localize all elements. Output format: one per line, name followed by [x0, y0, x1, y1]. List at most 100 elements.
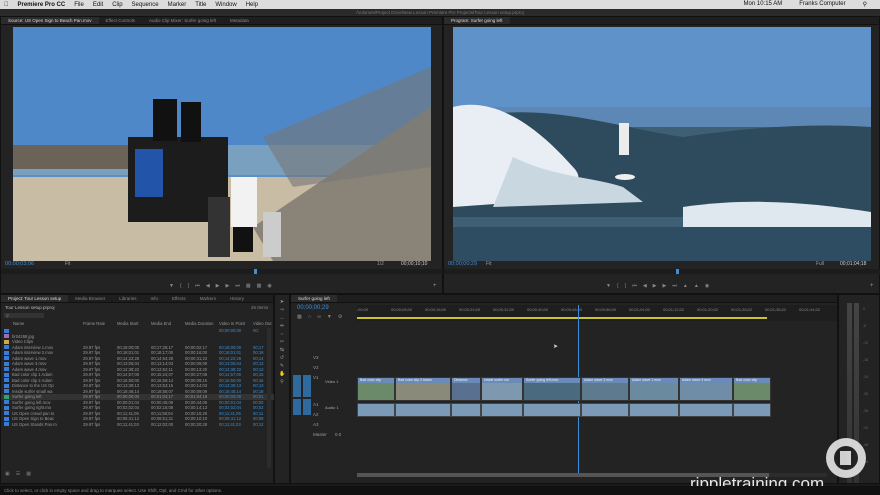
- program-timecode[interactable]: 00;00;00;29: [448, 261, 477, 267]
- rate-stretch-icon[interactable]: ⇔: [279, 331, 285, 337]
- tab-project[interactable]: Project: Tour Lesson setup: [1, 295, 69, 302]
- project-scrollbar[interactable]: [267, 328, 271, 468]
- search-icon[interactable]: ⚲: [863, 1, 867, 8]
- add-marker-icon[interactable]: ▼: [606, 283, 611, 289]
- source-time-ruler[interactable]: [1, 269, 444, 274]
- lift-icon[interactable]: ▲: [683, 283, 688, 289]
- menu-file[interactable]: File: [74, 2, 84, 8]
- apple-icon[interactable]: : [4, 2, 9, 8]
- go-to-out-icon[interactable]: ⏭: [235, 283, 240, 289]
- col-media-end[interactable]: Media End: [151, 321, 185, 327]
- tab-libraries[interactable]: Libraries: [112, 295, 143, 302]
- master-volume[interactable]: 0.0: [335, 432, 341, 437]
- track-target-v1[interactable]: [303, 375, 311, 397]
- menu-marker[interactable]: Marker: [168, 2, 187, 8]
- label-color-swatch[interactable]: [4, 367, 9, 372]
- audio-clip[interactable]: [733, 403, 771, 417]
- source-timecode[interactable]: 00;00;03;06: [5, 261, 34, 267]
- tab-source[interactable]: Source: US Open Sign to Beach Pan.mov: [1, 17, 99, 24]
- settings-wrench-icon[interactable]: ⚙: [338, 314, 342, 320]
- source-playhead[interactable]: [254, 269, 257, 274]
- label-color-swatch[interactable]: [4, 389, 9, 394]
- mark-out-icon[interactable]: }: [625, 283, 627, 289]
- video-clip[interactable]: Surfer going left.mov: [523, 377, 581, 401]
- video-clip[interactable]: Adam wave 4 mov: [679, 377, 733, 401]
- track-header-a2[interactable]: A2: [313, 412, 319, 417]
- play-icon[interactable]: ▶: [653, 283, 657, 289]
- tab-sequence[interactable]: Surfer going left: [291, 295, 337, 302]
- track-header-a1[interactable]: A1: [313, 402, 319, 407]
- audio-clip[interactable]: [581, 403, 629, 417]
- label-color-swatch[interactable]: [4, 411, 9, 416]
- tab-program[interactable]: Program: Surfer going left: [444, 17, 510, 24]
- tab-info[interactable]: Info: [143, 295, 165, 302]
- audio-clip[interactable]: [481, 403, 523, 417]
- play-icon[interactable]: ▶: [216, 283, 220, 289]
- program-resolution-select[interactable]: Full: [816, 261, 824, 267]
- menu-sequence[interactable]: Sequence: [132, 2, 159, 8]
- audio-clip[interactable]: [523, 403, 581, 417]
- menu-window[interactable]: Window: [215, 2, 236, 8]
- lock-icon[interactable]: ▣: [5, 471, 10, 477]
- tab-effect-controls[interactable]: Effect Controls: [99, 17, 142, 24]
- label-color-swatch[interactable]: [4, 400, 9, 405]
- video-clip[interactable]: Bad color clip 2 Adam: [395, 377, 451, 401]
- overwrite-icon[interactable]: ▩: [257, 283, 262, 289]
- icon-view-icon[interactable]: ▦: [26, 471, 31, 477]
- menu-clip[interactable]: Clip: [112, 2, 122, 8]
- menu-help[interactable]: Help: [246, 2, 258, 8]
- work-area-bar[interactable]: [357, 317, 767, 319]
- track-target-a1[interactable]: [303, 399, 311, 415]
- step-forward-icon[interactable]: ▶: [226, 283, 230, 289]
- pen-tool-icon[interactable]: ✎: [279, 363, 285, 369]
- timeline-ruler[interactable]: ;00;00 00;00;08;00 00;00;16;00 00;00;24;00 0…: [357, 305, 837, 321]
- audio-clip[interactable]: [395, 403, 451, 417]
- razor-icon[interactable]: ✂: [279, 339, 285, 345]
- col-frame-rate[interactable]: Frame Rate: [83, 321, 117, 327]
- video-clip[interactable]: Adam wave 3 mov: [581, 377, 629, 401]
- insert-icon[interactable]: ▩: [246, 283, 251, 289]
- tab-media-browser[interactable]: Media Browser: [68, 295, 112, 302]
- source-video-frame[interactable]: [13, 27, 431, 261]
- timeline-timecode[interactable]: 00;00;00;29: [297, 305, 329, 311]
- source-patch-v1[interactable]: [293, 375, 301, 397]
- mark-in-icon[interactable]: {: [180, 283, 182, 289]
- menu-title[interactable]: Title: [195, 2, 206, 8]
- source-fit-select[interactable]: Fit: [65, 261, 71, 267]
- mark-out-icon[interactable]: }: [188, 283, 190, 289]
- video-clip[interactable]: Adam wave 1 mov: [629, 377, 679, 401]
- nest-icon[interactable]: ▩: [297, 314, 302, 320]
- label-color-swatch[interactable]: [4, 394, 9, 399]
- step-back-icon[interactable]: ◀: [206, 283, 210, 289]
- zoom-tool-icon[interactable]: ⚲: [279, 379, 285, 385]
- video-clip[interactable]: Inside surfer sm: [481, 377, 523, 401]
- add-button-icon[interactable]: +: [433, 283, 437, 289]
- audio-clip[interactable]: [357, 403, 395, 417]
- selection-tool-icon[interactable]: ➤: [279, 299, 285, 305]
- snap-icon[interactable]: ∩: [308, 314, 312, 320]
- track-header-master[interactable]: Master: [313, 432, 327, 437]
- extract-icon[interactable]: ▲: [694, 283, 699, 289]
- go-to-in-icon[interactable]: ⏮: [195, 283, 200, 289]
- col-name[interactable]: Name: [1, 321, 83, 327]
- video-clip[interactable]: Bad color clip: [357, 377, 395, 401]
- export-frame-icon[interactable]: ◉: [267, 283, 271, 289]
- label-color-swatch[interactable]: [4, 339, 9, 344]
- mark-in-icon[interactable]: {: [617, 283, 619, 289]
- add-button-icon[interactable]: +: [870, 283, 874, 289]
- label-color-swatch[interactable]: [4, 345, 9, 350]
- audio-clip[interactable]: [451, 403, 481, 417]
- list-view-icon[interactable]: ☰: [16, 471, 20, 477]
- label-color-swatch[interactable]: [4, 350, 9, 355]
- col-video-in[interactable]: Video In Point: [219, 321, 253, 327]
- source-resolution-select[interactable]: 1/2: [377, 261, 384, 267]
- step-back-icon[interactable]: ◀: [643, 283, 647, 289]
- label-color-swatch[interactable]: [4, 378, 9, 383]
- add-marker-icon[interactable]: ▼: [327, 314, 332, 320]
- label-color-swatch[interactable]: [4, 372, 9, 377]
- program-fit-select[interactable]: Fit: [486, 261, 492, 267]
- rolling-edit-icon[interactable]: ⇹: [279, 323, 285, 329]
- step-forward-icon[interactable]: ▶: [663, 283, 667, 289]
- label-color-swatch[interactable]: [4, 356, 9, 361]
- program-playhead[interactable]: [676, 269, 679, 274]
